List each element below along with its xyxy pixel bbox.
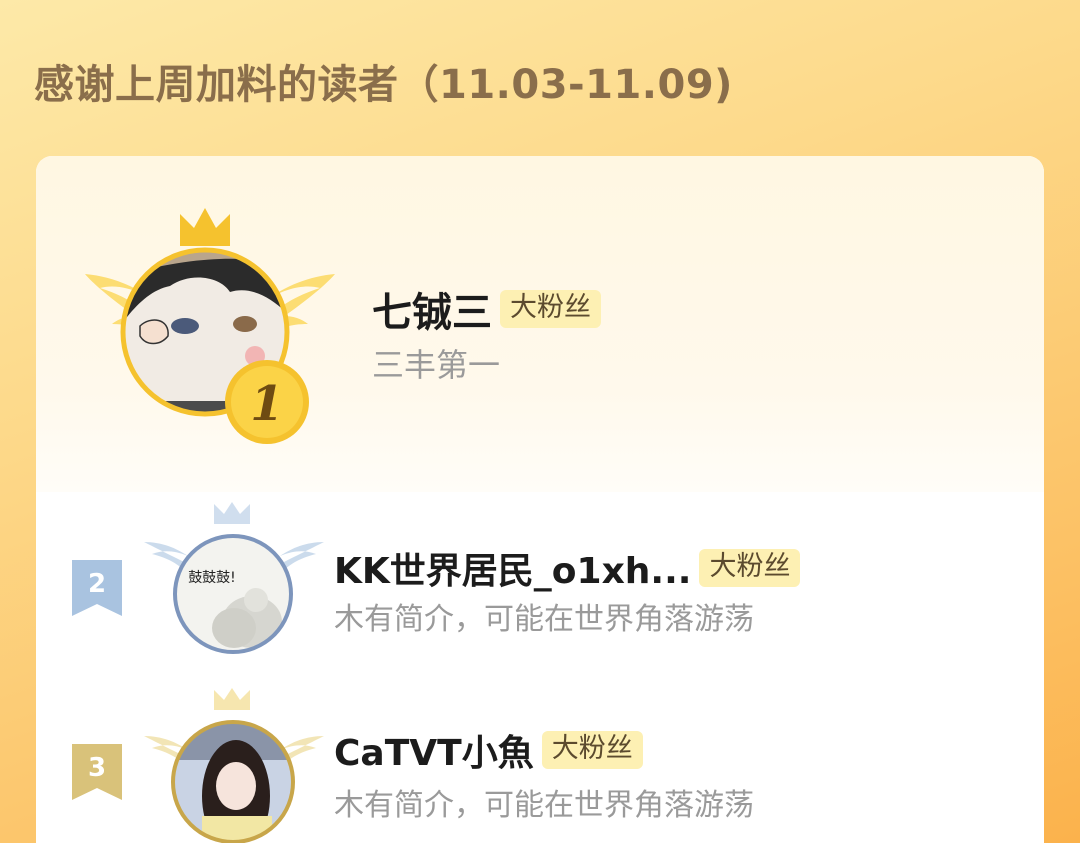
rank-2-avatar-frame: 鼓鼓鼓! <box>144 502 324 654</box>
rank-1-avatar-group[interactable]: 1 <box>80 206 340 446</box>
rank-1-name-line: 七铖三 大粉丝 <box>372 280 601 338</box>
rank-3-number: 3 <box>88 753 106 783</box>
rank-1-fan-badge: 大粉丝 <box>500 289 601 329</box>
reader-ranking-card: 1 七铖三 大粉丝 三丰第一 2 鼓鼓鼓! KK世界居民_o1xh... 大粉丝… <box>36 156 1044 843</box>
rank-1-avatar-frame: 1 <box>85 208 335 444</box>
rank-2-fan-badge: 大粉丝 <box>699 548 801 588</box>
rank-3-name-line: CaTVT小魚 大粉丝 <box>334 724 643 776</box>
rank-2-avatar-group[interactable]: 鼓鼓鼓! <box>144 502 324 662</box>
rank-1-reader-bio: 三丰第一 <box>372 346 501 384</box>
rank-2-reader-bio: 木有简介，可能在世界角落游荡 <box>334 602 754 637</box>
rank-2-name-line: KK世界居民_o1xh... 大粉丝 <box>334 542 801 594</box>
rank-3-avatar-frame <box>144 688 324 843</box>
rank-3-flag-icon: 3 <box>72 744 122 800</box>
rank-2-number: 2 <box>88 569 106 599</box>
silver-crown-icon <box>214 502 250 524</box>
rank-2-reader-name[interactable]: KK世界居民_o1xh... <box>334 542 691 594</box>
rank-3-reader-bio: 木有简介，可能在世界角落游荡 <box>334 788 754 823</box>
avatar-caption-text: 鼓鼓鼓! <box>188 570 236 586</box>
bronze-crown-icon <box>214 688 250 710</box>
page-title: 感谢上周加料的读者（11.03-11.09) <box>34 62 733 108</box>
rank-3-reader-name[interactable]: CaTVT小魚 <box>334 724 534 776</box>
rank-2-flag-icon: 2 <box>72 560 122 616</box>
rank-3-fan-badge: 大粉丝 <box>541 730 643 770</box>
rank-3-avatar-group[interactable] <box>144 686 324 843</box>
rank-1-number: 1 <box>250 376 283 432</box>
rank-1-reader-name[interactable]: 七铖三 <box>372 280 492 338</box>
gold-crown-icon <box>180 208 230 246</box>
